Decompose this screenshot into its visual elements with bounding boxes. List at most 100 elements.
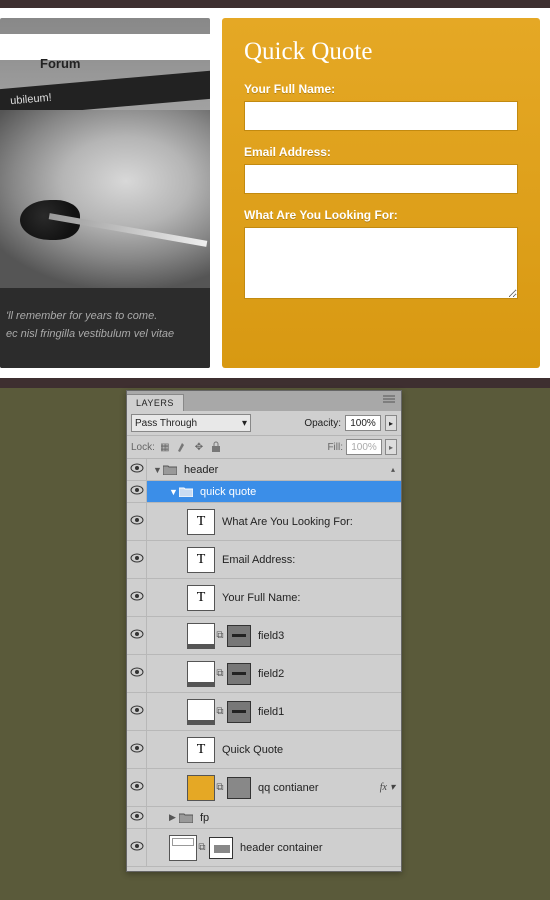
layer-header-container[interactable]: ⧉ header container	[127, 829, 401, 867]
vector-mask-icon	[227, 777, 251, 799]
nav-forum-label: Forum	[40, 56, 80, 71]
fill-label: Fill:	[327, 442, 343, 453]
visibility-eye-icon[interactable]	[130, 485, 144, 498]
layer-quick-quote-folder[interactable]: ▼ quick quote	[127, 481, 401, 503]
panel-menu-icon[interactable]	[377, 390, 401, 411]
looking-textarea[interactable]	[244, 227, 518, 299]
layer-name-label: What Are You Looking For:	[222, 516, 353, 528]
blend-mode-value: Pass Through	[135, 418, 197, 429]
visibility-eye-icon[interactable]	[130, 743, 144, 756]
opacity-flyout-icon[interactable]: ▸	[385, 415, 397, 431]
website-preview-area: Forum ubileum! 'll remember for years to…	[0, 8, 550, 388]
visibility-eye-icon[interactable]	[130, 515, 144, 528]
disclosure-triangle-icon[interactable]: ▼	[169, 487, 179, 497]
link-icon[interactable]: ⧉	[215, 630, 225, 641]
fill-thumb-icon	[187, 775, 215, 801]
layer-name-label: Your Full Name:	[222, 592, 300, 604]
blend-mode-select[interactable]: Pass Through ▾	[131, 414, 251, 432]
caption-line-2: ec nisl fringilla vestibulum vel vitae	[6, 326, 204, 344]
shape-thumb-icon	[169, 835, 197, 861]
lock-pixels-icon[interactable]	[175, 440, 189, 454]
layer-field1[interactable]: ⧉ field1	[127, 693, 401, 731]
opacity-label: Opacity:	[304, 418, 341, 429]
email-input[interactable]	[244, 164, 518, 194]
layer-qq-container[interactable]: ⧉ qq contianer fx ▾	[127, 769, 401, 807]
layer-field3[interactable]: ⧉ field3	[127, 617, 401, 655]
lock-fill-row: Lock: ▦ ✥ Fill: 100% ▸	[127, 436, 401, 459]
layer-name-label: header	[184, 464, 218, 476]
opacity-value-input[interactable]: 100%	[345, 415, 381, 431]
chevron-down-icon: ▾	[242, 418, 247, 429]
disclosure-triangle-icon[interactable]: ▶	[169, 812, 179, 823]
link-icon[interactable]: ⧉	[197, 842, 207, 853]
text-layer-icon: T	[187, 509, 215, 535]
fx-label: fx	[380, 782, 387, 793]
visibility-eye-icon[interactable]	[130, 553, 144, 566]
layer-name-label: Quick Quote	[222, 744, 283, 756]
layers-tab[interactable]: LAYERS	[127, 394, 184, 411]
text-layer-icon: T	[187, 737, 215, 763]
visibility-eye-icon[interactable]	[130, 463, 144, 476]
visibility-eye-icon[interactable]	[130, 591, 144, 604]
layer-name-label: field3	[258, 630, 284, 642]
blend-opacity-row: Pass Through ▾ Opacity: 100% ▸	[127, 411, 401, 436]
panel-tabs: LAYERS	[127, 391, 401, 411]
lock-transparent-icon[interactable]: ▦	[158, 440, 172, 454]
visibility-eye-icon[interactable]	[130, 705, 144, 718]
looking-label: What Are You Looking For:	[244, 208, 518, 222]
layer-text-looking[interactable]: T What Are You Looking For:	[127, 503, 401, 541]
fill-flyout-icon[interactable]: ▸	[385, 439, 397, 455]
caption-band: 'll remember for years to come. ec nisl …	[0, 288, 210, 368]
layer-name-label: header container	[240, 842, 323, 854]
folder-icon	[179, 486, 193, 497]
fx-indicator[interactable]: fx ▾	[380, 782, 395, 793]
vector-mask-icon	[227, 663, 251, 685]
lock-position-icon[interactable]: ✥	[192, 440, 206, 454]
folder-icon	[179, 812, 193, 823]
shape-thumb-icon	[187, 661, 215, 687]
link-icon[interactable]: ⧉	[215, 668, 225, 679]
email-label: Email Address:	[244, 145, 518, 159]
lock-label: Lock:	[131, 442, 155, 453]
caption-line-1: 'll remember for years to come.	[6, 308, 204, 326]
layer-name-label: fp	[200, 812, 209, 824]
text-layer-icon: T	[187, 585, 215, 611]
layer-name-label: Email Address:	[222, 554, 295, 566]
layer-header-folder[interactable]: ▼ header ▴	[127, 459, 401, 481]
site-hero-preview: Forum ubileum! 'll remember for years to…	[0, 18, 210, 368]
layer-text-email[interactable]: T Email Address:	[127, 541, 401, 579]
shape-thumb-icon	[187, 623, 215, 649]
layers-panel: LAYERS Pass Through ▾ Opacity: 100% ▸ Lo…	[126, 390, 402, 872]
hero-image	[0, 110, 210, 288]
visibility-eye-icon[interactable]	[130, 629, 144, 642]
lock-all-icon[interactable]	[209, 440, 223, 454]
shape-thumb-icon	[187, 699, 215, 725]
name-label: Your Full Name:	[244, 82, 518, 96]
layer-tree: ▼ header ▴ ▼ quick quote T What Are You …	[127, 459, 401, 867]
vector-mask-icon	[209, 837, 233, 859]
visibility-eye-icon[interactable]	[130, 841, 144, 854]
name-input[interactable]	[244, 101, 518, 131]
layer-field2[interactable]: ⧉ field2	[127, 655, 401, 693]
visibility-eye-icon[interactable]	[130, 781, 144, 794]
link-icon[interactable]: ⧉	[215, 782, 225, 793]
layer-text-quickquote[interactable]: T Quick Quote	[127, 731, 401, 769]
scroll-up-icon[interactable]: ▴	[391, 465, 395, 474]
quick-quote-panel: Quick Quote Your Full Name: Email Addres…	[222, 18, 540, 368]
layer-fp-folder[interactable]: ▶ fp	[127, 807, 401, 829]
layer-name-label: field1	[258, 706, 284, 718]
layer-name-label: qq contianer	[258, 782, 319, 794]
chevron-down-icon: ▾	[390, 782, 395, 793]
fill-value-input[interactable]: 100%	[346, 439, 382, 455]
folder-icon	[163, 464, 177, 475]
link-icon[interactable]: ⧉	[215, 706, 225, 717]
visibility-eye-icon[interactable]	[130, 811, 144, 824]
vector-mask-icon	[227, 625, 251, 647]
vector-mask-icon	[227, 701, 251, 723]
text-layer-icon: T	[187, 547, 215, 573]
quick-quote-title: Quick Quote	[244, 38, 518, 66]
layer-text-name[interactable]: T Your Full Name:	[127, 579, 401, 617]
visibility-eye-icon[interactable]	[130, 667, 144, 680]
disclosure-triangle-icon[interactable]: ▼	[153, 465, 163, 475]
layer-name-label: quick quote	[200, 486, 256, 498]
